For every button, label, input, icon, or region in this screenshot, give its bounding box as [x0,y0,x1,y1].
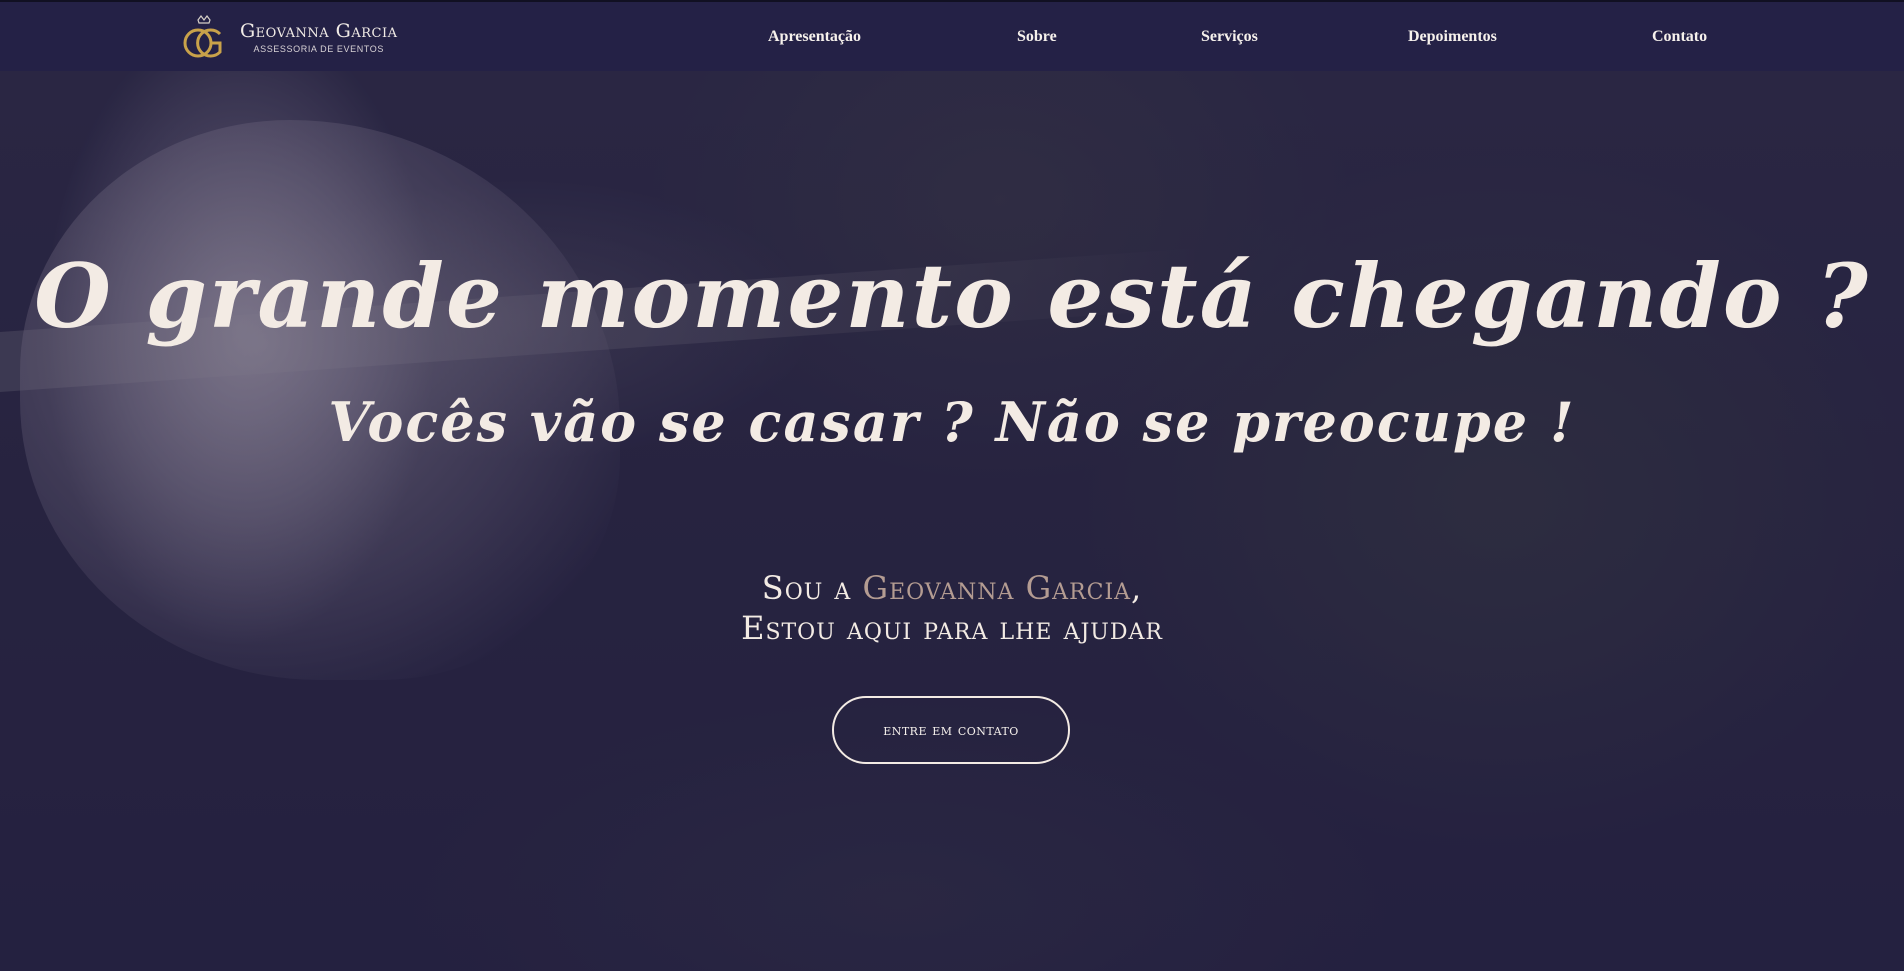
navbar: Geovanna Garcia ASSESSORIA DE EVENTOS Ap… [0,0,1904,71]
nav-item-depoimentos[interactable]: Depoimentos [1408,28,1497,46]
hero-headline: O grande momento está chegando ? [34,243,1870,348]
hero-overlay [0,0,1904,971]
contact-button[interactable]: entre em contato [832,696,1070,764]
brand-subtitle: ASSESSORIA DE EVENTOS [253,44,384,54]
intro-name: Geovanna Garcia [862,569,1132,607]
brand-text: Geovanna Garcia ASSESSORIA DE EVENTOS [240,22,398,54]
intro-line-1: Sou a Geovanna Garcia, [0,568,1904,608]
brand-name: Geovanna Garcia [240,20,398,42]
intro-prefix: Sou a [761,569,863,607]
nav-item-contato[interactable]: Contato [1652,28,1707,46]
intro-suffix: , [1131,569,1143,607]
nav-item-sobre[interactable]: Sobre [1017,28,1057,46]
gg-monogram-crown-icon [183,15,222,58]
brand-logo-link[interactable]: Geovanna Garcia ASSESSORIA DE EVENTOS [182,14,398,62]
nav-item-servicos[interactable]: Serviços [1201,28,1258,46]
page: Geovanna Garcia ASSESSORIA DE EVENTOS Ap… [0,0,1904,971]
hero-intro: Sou a Geovanna Garcia, Estou aqui para l… [0,568,1904,648]
hero-subheadline: Vocês vão se casar ? Não se preocupe ! [328,389,1576,454]
nav-item-apresentacao[interactable]: Apresentação [768,28,861,46]
intro-line-2: Estou aqui para lhe ajudar [741,609,1163,647]
